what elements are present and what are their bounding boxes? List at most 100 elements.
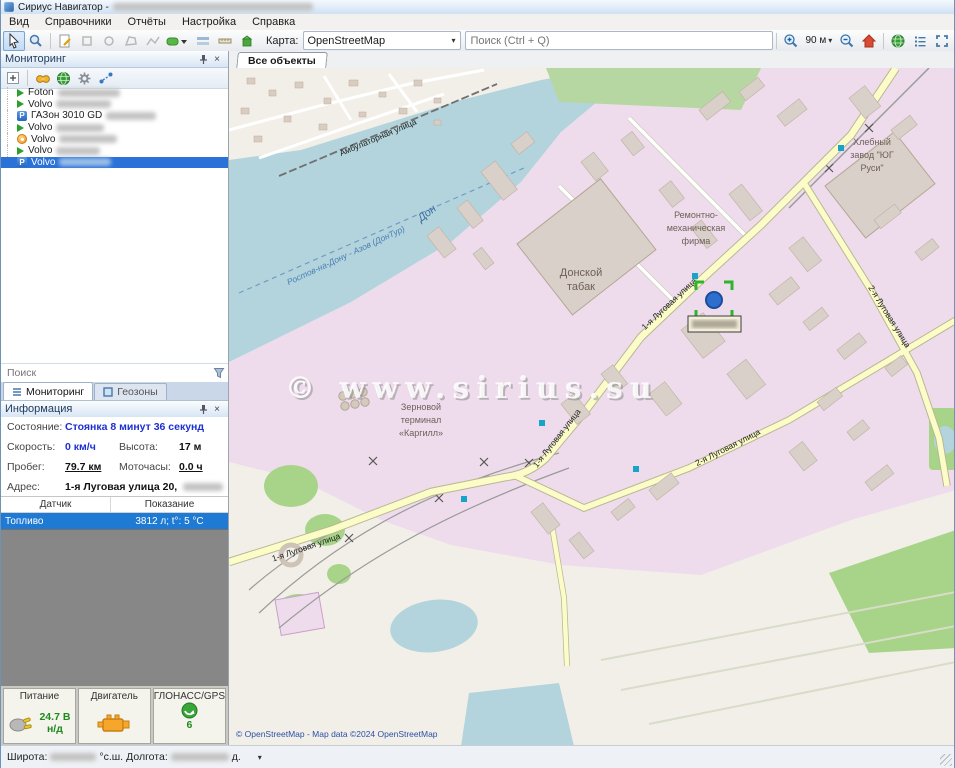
vehicle-label: Volvo: [28, 99, 52, 110]
settings-button[interactable]: [75, 70, 94, 87]
state-value: Стоянка 8 минут 36 секунд: [65, 417, 204, 437]
resize-grip[interactable]: [940, 754, 952, 766]
close-icon[interactable]: ×: [210, 403, 224, 416]
legend-button[interactable]: [909, 31, 931, 51]
menu-bar: Вид Справочники Отчёты Настройка Справка: [1, 14, 954, 30]
vehicle-row[interactable]: Volvo: [1, 122, 228, 134]
svg-text:завод "ЮГ: завод "ЮГ: [850, 150, 894, 160]
globe-icon: [56, 71, 71, 86]
reports-bars-button[interactable]: [192, 31, 214, 51]
vehicle-row[interactable]: Foton: [1, 87, 228, 99]
gnss-gauge: ГЛОНАСС/GPS 6: [153, 688, 226, 744]
close-icon[interactable]: ×: [210, 53, 224, 66]
status-parked-icon: P: [17, 157, 27, 167]
zoom-scale-select[interactable]: 90 м ▾: [802, 31, 837, 50]
select-tool-button[interactable]: [3, 31, 25, 51]
zoom-in-button[interactable]: [780, 31, 802, 51]
filter-button[interactable]: [209, 365, 228, 382]
pin-icon[interactable]: [196, 403, 210, 416]
vehicle-row-selected[interactable]: P Volvo: [1, 157, 228, 169]
plug-icon: [8, 712, 34, 734]
left-panel: Мониторинг × Foton: [1, 51, 229, 746]
map-attribution[interactable]: © OpenStreetMap - Map data ©2024 OpenStr…: [236, 729, 438, 739]
status-parked-icon: P: [17, 111, 27, 121]
search-input[interactable]: [465, 31, 773, 50]
vehicle-label: Foton: [28, 87, 54, 98]
gear-icon: [77, 71, 92, 86]
menu-directories[interactable]: Справочники: [37, 14, 120, 30]
circle-geozone-button[interactable]: [98, 31, 120, 51]
hours-value[interactable]: 0.0 ч: [179, 457, 203, 477]
cursor-icon: [6, 33, 22, 49]
longitude-label: Долгота:: [126, 751, 168, 763]
address-label: Адрес:: [7, 477, 40, 497]
tab-geozones[interactable]: Геозоны: [94, 383, 166, 400]
sensor-name-column[interactable]: Датчик: [1, 497, 111, 512]
show-on-map-button[interactable]: [54, 70, 73, 87]
binoculars-icon: [35, 71, 51, 85]
fit-bounds-button[interactable]: [931, 31, 953, 51]
monitoring-toolbar: [1, 68, 228, 89]
mileage-label: Пробег:: [7, 457, 45, 477]
svg-text:терминал: терминал: [401, 415, 441, 425]
info-panel-header: Информация ×: [1, 401, 228, 418]
zoom-tool-button[interactable]: [25, 31, 47, 51]
map-tab-all-objects[interactable]: Все объекты: [236, 52, 328, 69]
altitude-value: 17 м: [179, 437, 201, 457]
window-title: Сириус Навигатор -: [18, 2, 109, 13]
sensor-value-column[interactable]: Показание: [111, 497, 228, 512]
edit-geozones-button[interactable]: [54, 31, 76, 51]
objects-button[interactable]: [236, 31, 258, 51]
tab-monitoring[interactable]: Мониторинг: [3, 382, 93, 400]
pin-icon[interactable]: [196, 53, 210, 66]
tracks-button[interactable]: [164, 31, 192, 51]
line-geozone-button[interactable]: [142, 31, 164, 51]
svg-text:табак: табак: [567, 281, 595, 293]
ruler-button[interactable]: [214, 31, 236, 51]
expand-all-button[interactable]: [3, 70, 22, 87]
mileage-value[interactable]: 79.7 км: [65, 457, 101, 477]
svg-text:«Каргилл»: «Каргилл»: [399, 428, 443, 438]
sensor-row-selected[interactable]: Топливо 3812 л; t°: 5 °C: [1, 513, 228, 530]
vehicle-row[interactable]: Volvo: [1, 99, 228, 111]
power-gauge-title: Питание: [20, 691, 59, 702]
vehicle-row[interactable]: Volvo: [1, 133, 228, 145]
vehicle-row[interactable]: PГАЗон 3010 GD: [1, 110, 228, 122]
monitoring-panel-title: Мониторинг: [5, 53, 196, 65]
latitude-label: Широта:: [7, 751, 47, 763]
vehicle-search-input[interactable]: [1, 367, 209, 379]
menu-reports[interactable]: Отчёты: [120, 14, 174, 30]
copy-geozone-button[interactable]: [76, 31, 98, 51]
globe-button[interactable]: [887, 31, 909, 51]
latitude-suffix: °с.ш.: [99, 751, 123, 763]
hours-label: Моточасы:: [119, 457, 171, 477]
polygon-geozone-button[interactable]: [120, 31, 142, 51]
plus-box-icon: [6, 71, 20, 85]
polygon-shape-icon: [123, 33, 139, 49]
left-panel-tabs: Мониторинг Геозоны: [1, 382, 228, 401]
route-button[interactable]: [96, 70, 115, 87]
coords-dropdown-icon[interactable]: ▾: [258, 753, 262, 762]
map-canvas[interactable]: Амбулаторная улица 1-я Луговая улица 1-я…: [229, 68, 955, 746]
map-select-label: Карта:: [266, 35, 299, 47]
longitude-suffix: д.: [232, 751, 241, 763]
home-button[interactable]: [858, 31, 880, 51]
status-bar: Широта: °с.ш. Долгота: д. ▾: [1, 745, 954, 768]
menu-view[interactable]: Вид: [1, 14, 37, 30]
zoom-out-button[interactable]: [836, 31, 858, 51]
vehicle-row[interactable]: Volvo: [1, 145, 228, 157]
title-bar: Сириус Навигатор -: [1, 0, 954, 14]
svg-text:фирма: фирма: [682, 236, 711, 246]
menu-help[interactable]: Справка: [244, 14, 303, 30]
gauges-strip: Питание 24.7 В н/д Двигатель ГЛОНАСС/GPS: [1, 686, 228, 746]
power-gauge: Питание 24.7 В н/д: [3, 688, 76, 744]
vehicle-label: Volvo: [31, 157, 55, 168]
app-icon: [4, 2, 14, 12]
find-vehicle-button[interactable]: [33, 70, 52, 87]
address-value: 1-я Луговая улица 20,: [65, 477, 177, 497]
fit-corners-icon: [934, 33, 950, 49]
map-select[interactable]: OpenStreetMap ▾: [303, 31, 461, 50]
menu-settings[interactable]: Настройка: [174, 14, 244, 30]
application-window: Сириус Навигатор - Вид Справочники Отчёт…: [0, 0, 955, 768]
square-shape-icon: [79, 33, 95, 49]
